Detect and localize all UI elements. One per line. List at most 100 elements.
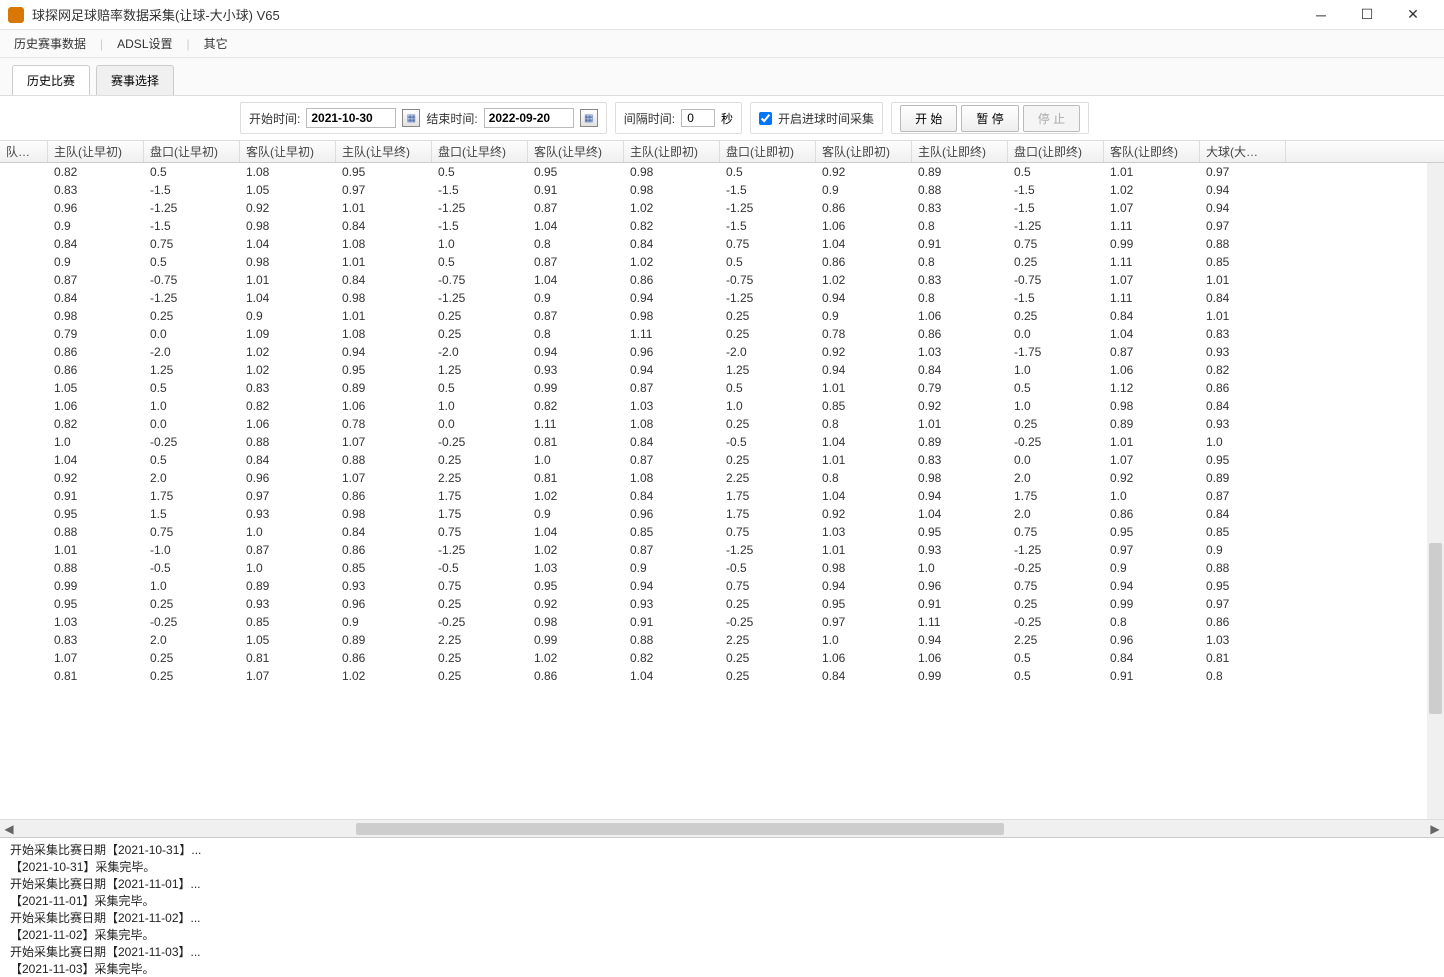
table-cell: 1.06 — [816, 651, 912, 665]
table-cell: 1.02 — [1104, 183, 1200, 197]
table-row[interactable]: 0.950.250.930.960.250.920.930.250.950.91… — [0, 595, 1444, 613]
table-row[interactable]: 0.9-1.50.980.84-1.51.040.82-1.51.060.8-1… — [0, 217, 1444, 235]
menu-history-data[interactable]: 历史赛事数据 — [10, 33, 90, 54]
table-cell: 1.02 — [240, 345, 336, 359]
menu-other[interactable]: 其它 — [200, 33, 232, 54]
table-cell: 0.79 — [912, 381, 1008, 395]
table-row[interactable]: 1.040.50.840.880.251.00.870.251.010.830.… — [0, 451, 1444, 469]
menu-adsl[interactable]: ADSL设置 — [113, 33, 176, 54]
table-cell: 0.8 — [528, 327, 624, 341]
table-row[interactable]: 0.96-1.250.921.01-1.250.871.02-1.250.860… — [0, 199, 1444, 217]
table-row[interactable]: 1.03-0.250.850.9-0.250.980.91-0.250.971.… — [0, 613, 1444, 631]
table-cell: 0.88 — [48, 525, 144, 539]
tab-selection[interactable]: 赛事选择 — [96, 65, 174, 95]
start-button[interactable]: 开 始 — [900, 105, 957, 132]
table-cell: 0.8 — [816, 417, 912, 431]
table-cell: 0.99 — [528, 633, 624, 647]
scroll-right-icon[interactable]: ▶ — [1426, 821, 1444, 837]
table-row[interactable]: 0.810.251.071.020.250.861.040.250.840.99… — [0, 667, 1444, 685]
table-row[interactable]: 0.820.01.060.780.01.111.080.250.81.010.2… — [0, 415, 1444, 433]
table-cell: -0.25 — [1008, 615, 1104, 629]
scroll-track[interactable] — [18, 823, 1426, 835]
table-row[interactable]: 0.991.00.890.930.750.950.940.750.940.960… — [0, 577, 1444, 595]
start-date-picker-icon[interactable]: ▦ — [402, 109, 420, 127]
column-header[interactable]: 盘口(让早终) — [432, 141, 528, 162]
scroll-left-icon[interactable]: ◀ — [0, 821, 18, 837]
column-header[interactable]: 客队(让早初) — [240, 141, 336, 162]
end-date-picker-icon[interactable]: ▦ — [580, 109, 598, 127]
log-panel[interactable]: 开始采集比赛日期【2021-10-31】...【2021-10-31】采集完毕。… — [0, 837, 1444, 977]
column-header[interactable]: 队… — [0, 141, 48, 162]
tab-history[interactable]: 历史比赛 — [12, 65, 90, 95]
column-header[interactable]: 客队(让即初) — [816, 141, 912, 162]
table-row[interactable]: 0.832.01.050.892.250.990.882.251.00.942.… — [0, 631, 1444, 649]
table-row[interactable]: 0.861.251.020.951.250.930.941.250.940.84… — [0, 361, 1444, 379]
table-cell: 1.01 — [912, 417, 1008, 431]
table-cell: 2.0 — [144, 633, 240, 647]
table-cell: 0.93 — [1200, 417, 1286, 431]
table-row[interactable]: 1.0-0.250.881.07-0.250.810.84-0.51.040.8… — [0, 433, 1444, 451]
table-cell: 0.89 — [336, 381, 432, 395]
table-row[interactable]: 0.820.51.080.950.50.950.980.50.920.890.5… — [0, 163, 1444, 181]
column-header[interactable]: 客队(让早终) — [528, 141, 624, 162]
column-header[interactable]: 大球(大… — [1200, 141, 1286, 162]
vertical-scrollbar[interactable] — [1427, 163, 1444, 819]
table-row[interactable]: 1.070.250.810.860.251.020.820.251.061.06… — [0, 649, 1444, 667]
table-cell: 0.92 — [816, 345, 912, 359]
column-header[interactable]: 客队(让即终) — [1104, 141, 1200, 162]
table-cell: 0.86 — [1104, 507, 1200, 521]
start-time-input[interactable] — [306, 108, 396, 128]
horizontal-scroll-thumb[interactable] — [356, 823, 1004, 835]
table-row[interactable]: 0.980.250.91.010.250.870.980.250.91.060.… — [0, 307, 1444, 325]
table-cell: 0.5 — [144, 255, 240, 269]
table-row[interactable]: 0.86-2.01.020.94-2.00.940.96-2.00.921.03… — [0, 343, 1444, 361]
maximize-button[interactable]: ☐ — [1344, 0, 1390, 30]
table-cell: 0.97 — [1200, 219, 1286, 233]
table-cell: 0.94 — [912, 633, 1008, 647]
enable-goal-time-checkbox[interactable] — [759, 112, 772, 125]
table-row[interactable]: 1.01-1.00.870.86-1.251.020.87-1.251.010.… — [0, 541, 1444, 559]
table-row[interactable]: 0.911.750.970.861.751.020.841.751.040.94… — [0, 487, 1444, 505]
close-button[interactable]: ✕ — [1390, 0, 1436, 30]
table-row[interactable]: 0.840.751.041.081.00.80.840.751.040.910.… — [0, 235, 1444, 253]
grid-body[interactable]: 0.820.51.080.950.50.950.980.50.920.890.5… — [0, 163, 1444, 819]
column-header[interactable]: 主队(让早初) — [48, 141, 144, 162]
table-cell: -1.5 — [432, 219, 528, 233]
column-header[interactable]: 主队(让即初) — [624, 141, 720, 162]
table-row[interactable]: 1.061.00.821.061.00.821.031.00.850.921.0… — [0, 397, 1444, 415]
table-cell: 0.25 — [1008, 597, 1104, 611]
table-cell: -0.75 — [720, 273, 816, 287]
table-cell: 0.9 — [48, 255, 144, 269]
table-cell: 0.87 — [528, 309, 624, 323]
horizontal-scrollbar[interactable]: ◀ ▶ — [0, 819, 1444, 837]
table-cell: 1.0 — [1008, 399, 1104, 413]
table-cell: 0.98 — [240, 255, 336, 269]
table-cell: 1.0 — [240, 561, 336, 575]
column-header[interactable]: 盘口(让即初) — [720, 141, 816, 162]
table-row[interactable]: 1.050.50.830.890.50.990.870.51.010.790.5… — [0, 379, 1444, 397]
table-row[interactable]: 0.84-1.251.040.98-1.250.90.94-1.250.940.… — [0, 289, 1444, 307]
column-header[interactable]: 主队(让即终) — [912, 141, 1008, 162]
vertical-scroll-thumb[interactable] — [1429, 543, 1442, 714]
table-row[interactable]: 0.87-0.751.010.84-0.751.040.86-0.751.020… — [0, 271, 1444, 289]
table-cell: 0.83 — [1200, 327, 1286, 341]
table-row[interactable]: 0.88-0.51.00.85-0.51.030.9-0.50.981.0-0.… — [0, 559, 1444, 577]
end-time-input[interactable] — [484, 108, 574, 128]
table-row[interactable]: 0.951.50.930.981.750.90.961.750.921.042.… — [0, 505, 1444, 523]
column-header[interactable]: 主队(让早终) — [336, 141, 432, 162]
table-row[interactable]: 0.922.00.961.072.250.811.082.250.80.982.… — [0, 469, 1444, 487]
table-cell: 0.86 — [1200, 615, 1286, 629]
table-cell: 0.96 — [624, 345, 720, 359]
table-row[interactable]: 0.880.751.00.840.751.040.850.751.030.950… — [0, 523, 1444, 541]
table-row[interactable]: 0.90.50.981.010.50.871.020.50.860.80.251… — [0, 253, 1444, 271]
table-row[interactable]: 0.83-1.51.050.97-1.50.910.98-1.50.90.88-… — [0, 181, 1444, 199]
interval-input[interactable] — [681, 109, 715, 127]
pause-button[interactable]: 暂 停 — [961, 105, 1018, 132]
table-cell: 0.83 — [912, 201, 1008, 215]
column-header[interactable]: 盘口(让即终) — [1008, 141, 1104, 162]
table-cell: -0.25 — [720, 615, 816, 629]
minimize-button[interactable]: ─ — [1298, 0, 1344, 30]
table-row[interactable]: 0.790.01.091.080.250.81.110.250.780.860.… — [0, 325, 1444, 343]
column-header[interactable]: 盘口(让早初) — [144, 141, 240, 162]
stop-button[interactable]: 停 止 — [1023, 105, 1080, 132]
